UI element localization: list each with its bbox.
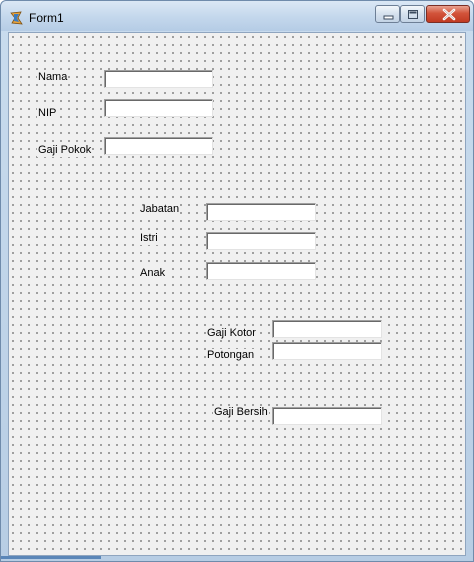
- taskbar-edge: [1, 556, 101, 559]
- gaji-pokok-field[interactable]: [104, 137, 213, 155]
- potongan-field[interactable]: [272, 342, 382, 360]
- anak-label: Anak: [139, 267, 167, 280]
- gaji-kotor-label: Gaji Kotor: [206, 327, 257, 340]
- maximize-button[interactable]: [400, 5, 425, 23]
- istri-field[interactable]: [206, 232, 316, 250]
- minimize-button[interactable]: [375, 5, 400, 23]
- form-design-surface[interactable]: Nama NIP Gaji Pokok Jabatan Istri Anak G…: [8, 32, 466, 556]
- maximize-icon: [408, 10, 418, 19]
- nama-label: Nama: [37, 71, 69, 84]
- gaji-pokok-label: Gaji Pokok: [37, 144, 93, 157]
- jabatan-label: Jabatan: [139, 203, 181, 216]
- jabatan-field[interactable]: [206, 203, 316, 221]
- minimize-icon: [383, 15, 394, 20]
- istri-label: Istri: [139, 232, 159, 245]
- title-bar[interactable]: Form1: [1, 1, 473, 31]
- potongan-label: Potongan: [206, 349, 256, 362]
- close-icon: [442, 8, 456, 21]
- gaji-bersih-field[interactable]: [272, 407, 382, 425]
- gaji-bersih-label: Gaji Bersih: [213, 406, 269, 419]
- window-title: Form1: [29, 11, 64, 25]
- delphi-app-icon: [10, 11, 23, 25]
- anak-field[interactable]: [206, 262, 316, 280]
- nip-field[interactable]: [104, 99, 213, 117]
- form1-window: Form1 Nama NIP Gaji Pokok Jabatan Istri …: [0, 0, 474, 562]
- nip-label: NIP: [37, 107, 58, 120]
- nama-field[interactable]: [104, 70, 213, 88]
- close-button[interactable]: [426, 5, 470, 23]
- gaji-kotor-field[interactable]: [272, 320, 382, 338]
